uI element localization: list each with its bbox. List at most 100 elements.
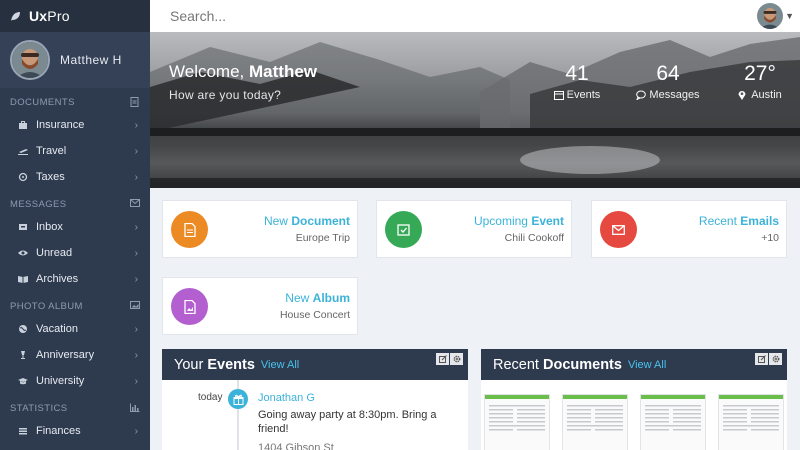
- card-title: New Document: [263, 214, 350, 228]
- profile[interactable]: Matthew H: [0, 32, 150, 88]
- panel-tools: [436, 353, 463, 365]
- chevron-right-icon: ›: [134, 425, 138, 437]
- edit-icon[interactable]: [755, 353, 768, 365]
- event-description: Going away party at 8:30pm. Bring a frie…: [258, 409, 437, 435]
- document-thumbnail[interactable]: [640, 394, 706, 450]
- stat-label: Events: [566, 89, 601, 101]
- section-statistics: STATISTICS: [0, 398, 150, 418]
- section-photo-album: PHOTO ALBUM: [0, 296, 150, 316]
- sidebar-item-anniversary[interactable]: Anniversary ›: [0, 342, 150, 368]
- section-messages: MESSAGES: [0, 194, 150, 214]
- chevron-right-icon: ›: [134, 145, 138, 157]
- documents-panel: Recent Documents View All: [481, 349, 787, 450]
- chevron-right-icon: ›: [134, 247, 138, 259]
- chevron-right-icon: ›: [134, 323, 138, 335]
- card-detail: House Concert: [279, 309, 350, 321]
- stat-events[interactable]: 41 Events: [551, 62, 603, 101]
- chevron-right-icon: ›: [134, 221, 138, 233]
- event-address: 1404 Gibson St: [258, 442, 334, 450]
- documents-panel-header: Recent Documents View All: [481, 349, 787, 380]
- sidebar-item-label: Insurance: [36, 119, 85, 131]
- card-recent-emails[interactable]: Recent Emails +10: [591, 200, 787, 258]
- sidebar-item-travel[interactable]: Travel ›: [0, 138, 150, 164]
- sidebar-item-vacation[interactable]: Vacation ›: [0, 316, 150, 342]
- card-new-album[interactable]: New Album House Concert: [162, 277, 358, 335]
- sidebar-item-unread[interactable]: Unread ›: [0, 240, 150, 266]
- brand-name: UxPro: [29, 8, 70, 24]
- profile-name: Matthew H: [60, 53, 122, 67]
- comment-icon: [636, 90, 647, 100]
- events-timeline: today Jonathan G Going away party at 8:3…: [162, 380, 468, 450]
- document-text-lines: [645, 405, 701, 431]
- stat-value: 27°: [744, 62, 776, 85]
- search-input[interactable]: [170, 8, 730, 24]
- section-title: PHOTO ALBUM: [10, 300, 83, 312]
- card-detail: Europe Trip: [295, 232, 350, 244]
- stat-weather[interactable]: 27° Austin: [732, 62, 788, 101]
- eye-icon: [18, 248, 28, 258]
- list-icon: [18, 426, 28, 436]
- graduation-cap-icon: [18, 376, 28, 386]
- sidebar-item-inbox[interactable]: Inbox ›: [0, 214, 150, 240]
- view-all-link[interactable]: View All: [261, 359, 299, 371]
- chevron-right-icon: ›: [134, 375, 138, 387]
- briefcase-icon: [18, 120, 28, 130]
- sidebar-item-archives[interactable]: Archives ›: [0, 266, 150, 292]
- card-detail: Chili Cookoff: [504, 232, 564, 244]
- chevron-right-icon: ›: [134, 273, 138, 285]
- avatar[interactable]: [10, 40, 50, 80]
- view-all-link[interactable]: View All: [628, 359, 666, 371]
- document-thumbnail[interactable]: [718, 394, 784, 450]
- stat-messages[interactable]: 64 Messages: [634, 62, 702, 101]
- documents-grid: [481, 380, 787, 450]
- gear-icon[interactable]: [769, 353, 782, 365]
- section-title: MESSAGES: [10, 198, 67, 210]
- document-text-lines: [723, 405, 779, 431]
- section-documents: DOCUMENTS: [0, 92, 150, 112]
- chevron-down-icon[interactable]: ▼: [785, 11, 794, 21]
- chevron-right-icon: ›: [134, 119, 138, 131]
- sidebar-item-taxes[interactable]: Taxes ›: [0, 164, 150, 190]
- sidebar-item-label: Vacation: [36, 323, 78, 335]
- chevron-right-icon: ›: [134, 171, 138, 183]
- sidebar-item-label: Finances: [36, 425, 81, 437]
- image-file-icon: [171, 288, 208, 325]
- event-person-link[interactable]: Jonathan G: [258, 392, 315, 404]
- section-title: STATISTICS: [10, 402, 68, 414]
- document-text-lines: [567, 405, 623, 431]
- avatar[interactable]: [757, 3, 784, 29]
- events-panel-header: Your Events View All: [162, 349, 468, 380]
- card-new-document[interactable]: New Document Europe Trip: [162, 200, 358, 258]
- sidebar-item-label: Archives: [36, 273, 79, 285]
- sidebar-item-university[interactable]: University ›: [0, 368, 150, 394]
- gear-icon[interactable]: [450, 353, 463, 365]
- card-title: New Album: [285, 291, 350, 305]
- welcome-subtitle: How are you today?: [169, 88, 282, 102]
- sidebar-item-label: University: [36, 375, 85, 387]
- calendar-check-icon: [385, 211, 422, 248]
- document-thumbnail[interactable]: [562, 394, 628, 450]
- brand[interactable]: UxPro: [0, 0, 150, 32]
- user-menu[interactable]: ▼: [757, 3, 794, 29]
- edit-icon[interactable]: [436, 353, 449, 365]
- lake-mountain-image: [150, 37, 800, 188]
- chevron-right-icon: ›: [134, 349, 138, 361]
- card-title: Recent Emails: [698, 214, 779, 228]
- panel-title: Recent Documents: [493, 356, 622, 373]
- sidebar-item-insurance[interactable]: Insurance ›: [0, 112, 150, 138]
- card-title: Upcoming Event: [473, 214, 564, 228]
- hero-banner: Welcome, Matthew How are you today? 41 E…: [150, 32, 800, 188]
- stat-label: Austin: [751, 89, 782, 101]
- sidebar-item-label: Anniversary: [36, 349, 95, 361]
- sidebar-item-finances[interactable]: Finances ›: [0, 418, 150, 444]
- cocktail-icon: [18, 350, 28, 360]
- envelope-icon: [600, 211, 637, 248]
- panel-tools: [755, 353, 782, 365]
- document-thumbnail[interactable]: [484, 394, 550, 450]
- bar-chart-icon: [130, 403, 140, 413]
- sidebar-item-label: Taxes: [36, 171, 65, 183]
- top-bar: ▼: [150, 0, 800, 32]
- envelope-icon: [130, 199, 140, 209]
- document-text-lines: [489, 405, 545, 431]
- card-upcoming-event[interactable]: Upcoming Event Chili Cookoff: [376, 200, 572, 258]
